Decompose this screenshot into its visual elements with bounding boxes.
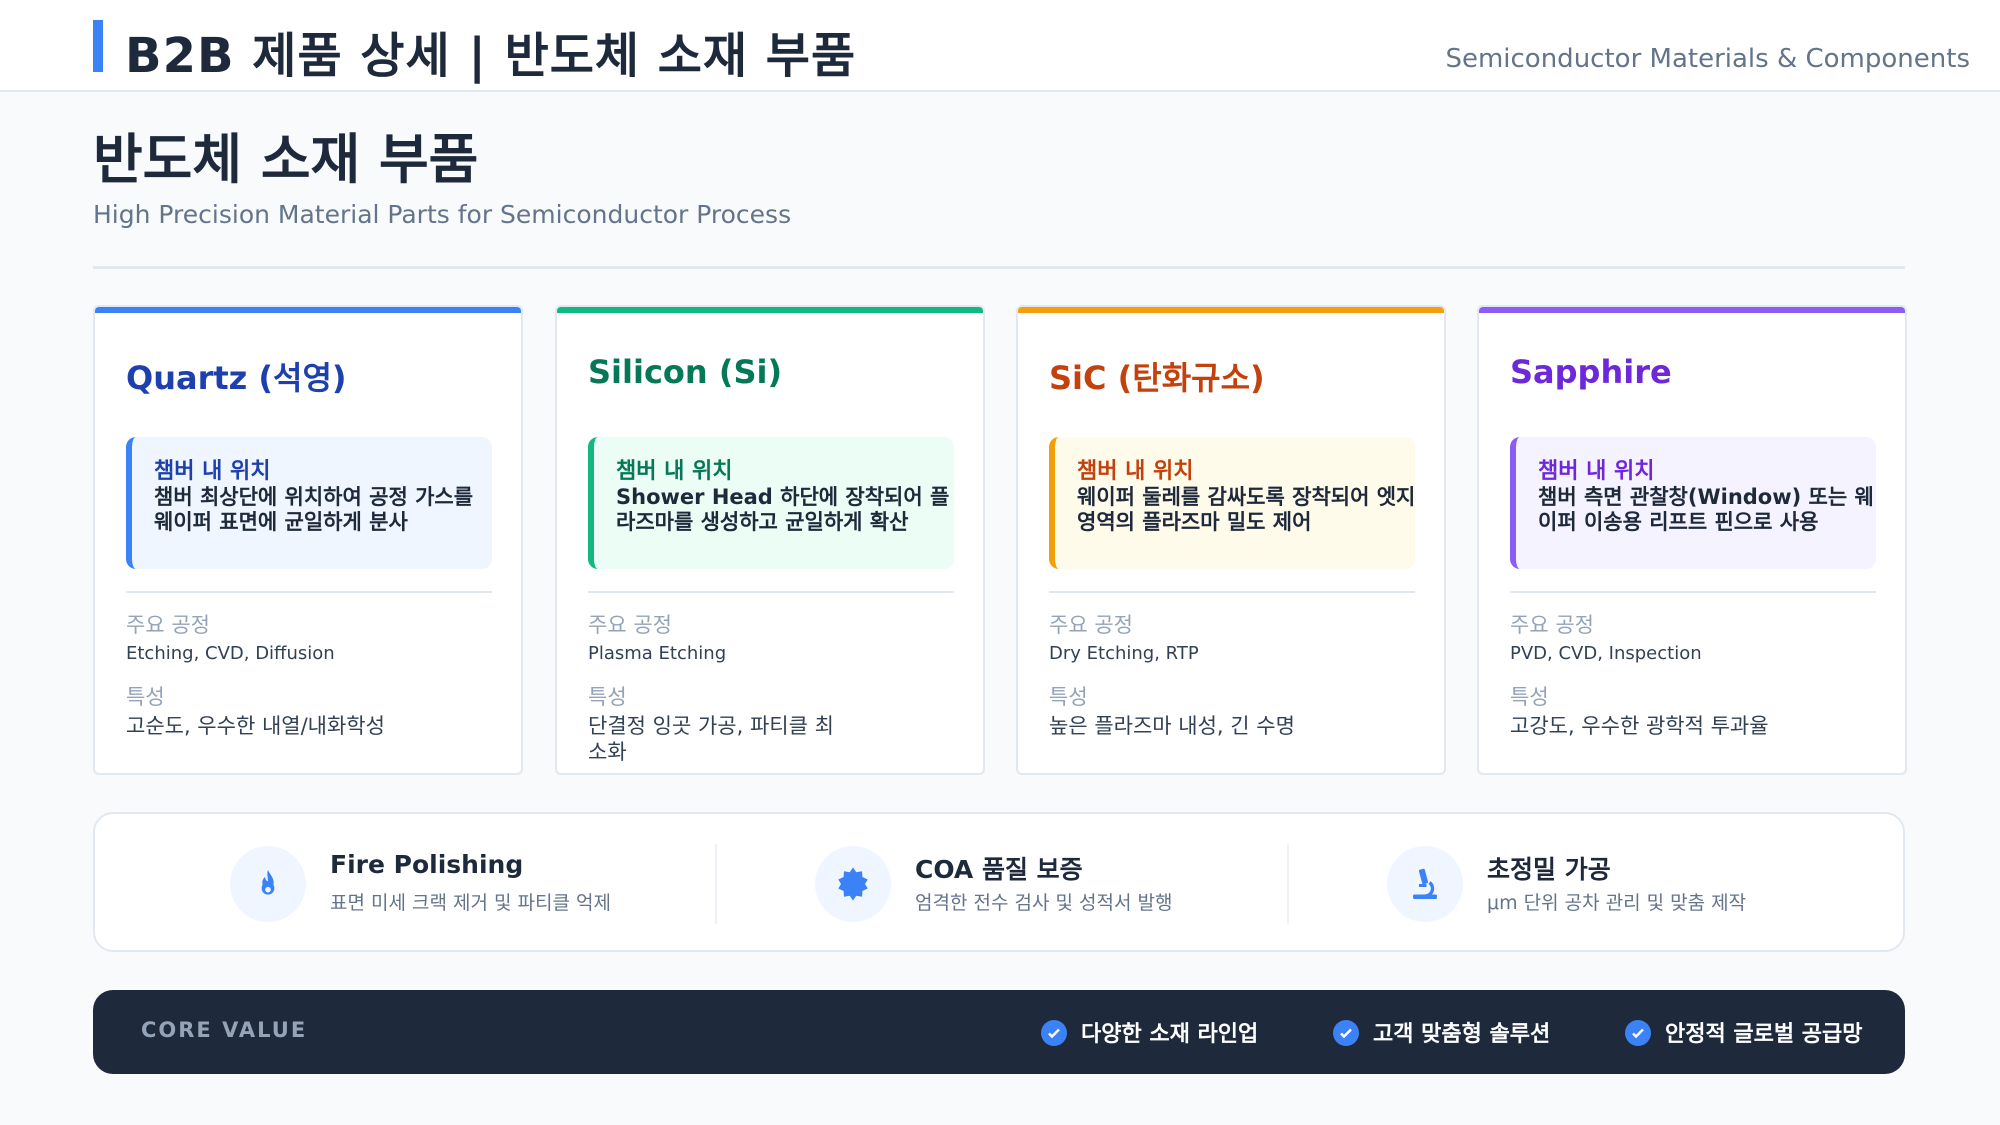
- feature-description: μm 단위 공차 관리 및 맞춤 제작: [1487, 892, 1747, 914]
- feature-name: Fire Polishing: [330, 850, 524, 879]
- material-card-sapphire: Sapphire 챔버 내 위치 챔버 측면 관찰창(Window) 또는 웨이…: [1477, 305, 1907, 775]
- material-card-sic: SiC (탄화규소) 챔버 내 위치 웨이퍼 둘레를 감싸도록 장착되어 엣지 …: [1016, 305, 1446, 775]
- process-label: 주요 공정: [1049, 613, 1133, 637]
- page-subtitle: High Precision Material Parts for Semico…: [93, 200, 792, 229]
- process-label: 주요 공정: [588, 613, 672, 637]
- feature-value: 고순도, 우수한 내열/내화학성: [126, 714, 385, 738]
- feature-value: 고강도, 우수한 광학적 투과율: [1510, 714, 1769, 738]
- card-accent-line: [1479, 307, 1905, 313]
- feature-value: 높은 플라즈마 내성, 긴 수명: [1049, 714, 1295, 738]
- core-value-text: 안정적 글로벌 공급망: [1665, 1022, 1863, 1047]
- section-divider: [93, 266, 1905, 269]
- card-divider: [588, 591, 954, 593]
- feature-value: 단결정 잉곳 가공, 파티클 최소화: [588, 714, 834, 764]
- material-card-silicon: Silicon (Si) 챔버 내 위치 Shower Head 하단에 장착되…: [555, 305, 985, 775]
- card-title: SiC (탄화규소): [1049, 359, 1265, 397]
- feature-label: 특성: [126, 685, 165, 709]
- check-circle-icon: [1041, 1020, 1067, 1046]
- card-accent-line: [95, 307, 521, 313]
- feature-label: 특성: [1049, 685, 1088, 709]
- feature-label: 특성: [1510, 685, 1549, 709]
- location-label: 챔버 내 위치: [1077, 459, 1194, 484]
- page-title: 반도체 소재 부품: [93, 128, 479, 191]
- process-value: Plasma Etching: [588, 643, 727, 664]
- header-subtitle: Semiconductor Materials & Components: [1445, 44, 1970, 74]
- card-divider: [126, 591, 492, 593]
- card-title: Quartz (석영): [126, 359, 347, 397]
- process-label: 주요 공정: [126, 613, 210, 637]
- location-description: 챔버 측면 관찰창(Window) 또는 웨이퍼 이송용 리프트 핀으로 사용: [1538, 485, 1874, 534]
- fire-icon: [230, 846, 306, 922]
- feature-separator: [1287, 844, 1289, 924]
- core-value-bar: CORE VALUE 다양한 소재 라인업 고객 맞춤형 솔루션 안정적 글로벌…: [93, 990, 1905, 1074]
- feature-separator: [715, 844, 717, 924]
- card-accent-line: [1018, 307, 1444, 313]
- chamber-location-box: 챔버 내 위치 챔버 최상단에 위치하여 공정 가스를 웨이퍼 표면에 균일하게…: [126, 437, 492, 569]
- material-card-quartz: Quartz (석영) 챔버 내 위치 챔버 최상단에 위치하여 공정 가스를 …: [93, 305, 523, 775]
- location-description: Shower Head 하단에 장착되어 플라즈마를 생성하고 균일하게 확산: [616, 485, 950, 534]
- feature-precision-machining: 초정밀 가공 μm 단위 공차 관리 및 맞춤 제작: [1387, 814, 1867, 950]
- feature-label: 특성: [588, 685, 627, 709]
- feature-description: 엄격한 전수 검사 및 성적서 발행: [915, 892, 1173, 914]
- top-header: B2B 제품 상세 | 반도체 소재 부품 Semiconductor Mate…: [0, 0, 2000, 92]
- card-divider: [1049, 591, 1415, 593]
- features-strip: Fire Polishing 표면 미세 크랙 제거 및 파티클 억제 COA …: [93, 812, 1905, 952]
- process-value: PVD, CVD, Inspection: [1510, 643, 1702, 664]
- core-value-text: 다양한 소재 라인업: [1081, 1022, 1259, 1047]
- card-divider: [1510, 591, 1876, 593]
- microscope-icon: [1387, 846, 1463, 922]
- location-description: 챔버 최상단에 위치하여 공정 가스를 웨이퍼 표면에 균일하게 분사: [154, 485, 474, 534]
- header-accent-bar: [93, 20, 103, 72]
- header-title: B2B 제품 상세 | 반도체 소재 부품: [125, 28, 857, 84]
- chamber-location-box: 챔버 내 위치 Shower Head 하단에 장착되어 플라즈마를 생성하고 …: [588, 437, 954, 569]
- check-circle-icon: [1625, 1020, 1651, 1046]
- card-accent-line: [557, 307, 983, 313]
- location-label: 챔버 내 위치: [1538, 459, 1655, 484]
- card-title: Sapphire: [1510, 353, 1672, 391]
- feature-coa-quality: COA 품질 보증 엄격한 전수 검사 및 성적서 발행: [815, 814, 1255, 950]
- card-title: Silicon (Si): [588, 353, 783, 391]
- chamber-location-box: 챔버 내 위치 챔버 측면 관찰창(Window) 또는 웨이퍼 이송용 리프트…: [1510, 437, 1876, 569]
- location-label: 챔버 내 위치: [616, 459, 733, 484]
- process-value: Dry Etching, RTP: [1049, 643, 1199, 664]
- certificate-icon: [815, 846, 891, 922]
- chamber-location-box: 챔버 내 위치 웨이퍼 둘레를 감싸도록 장착되어 엣지 영역의 플라즈마 밀도…: [1049, 437, 1415, 569]
- location-description: 웨이퍼 둘레를 감싸도록 장착되어 엣지 영역의 플라즈마 밀도 제어: [1077, 485, 1416, 534]
- check-circle-icon: [1333, 1020, 1359, 1046]
- feature-description: 표면 미세 크랙 제거 및 파티클 억제: [330, 892, 611, 914]
- core-value-text: 고객 맞춤형 솔루션: [1373, 1022, 1551, 1047]
- feature-name: 초정밀 가공: [1487, 855, 1611, 884]
- process-label: 주요 공정: [1510, 613, 1594, 637]
- process-value: Etching, CVD, Diffusion: [126, 643, 335, 664]
- location-label: 챔버 내 위치: [154, 459, 271, 484]
- core-value-label: CORE VALUE: [141, 1018, 308, 1042]
- feature-fire-polishing: Fire Polishing 표면 미세 크랙 제거 및 파티클 억제: [230, 814, 710, 950]
- feature-name: COA 품질 보증: [915, 855, 1083, 884]
